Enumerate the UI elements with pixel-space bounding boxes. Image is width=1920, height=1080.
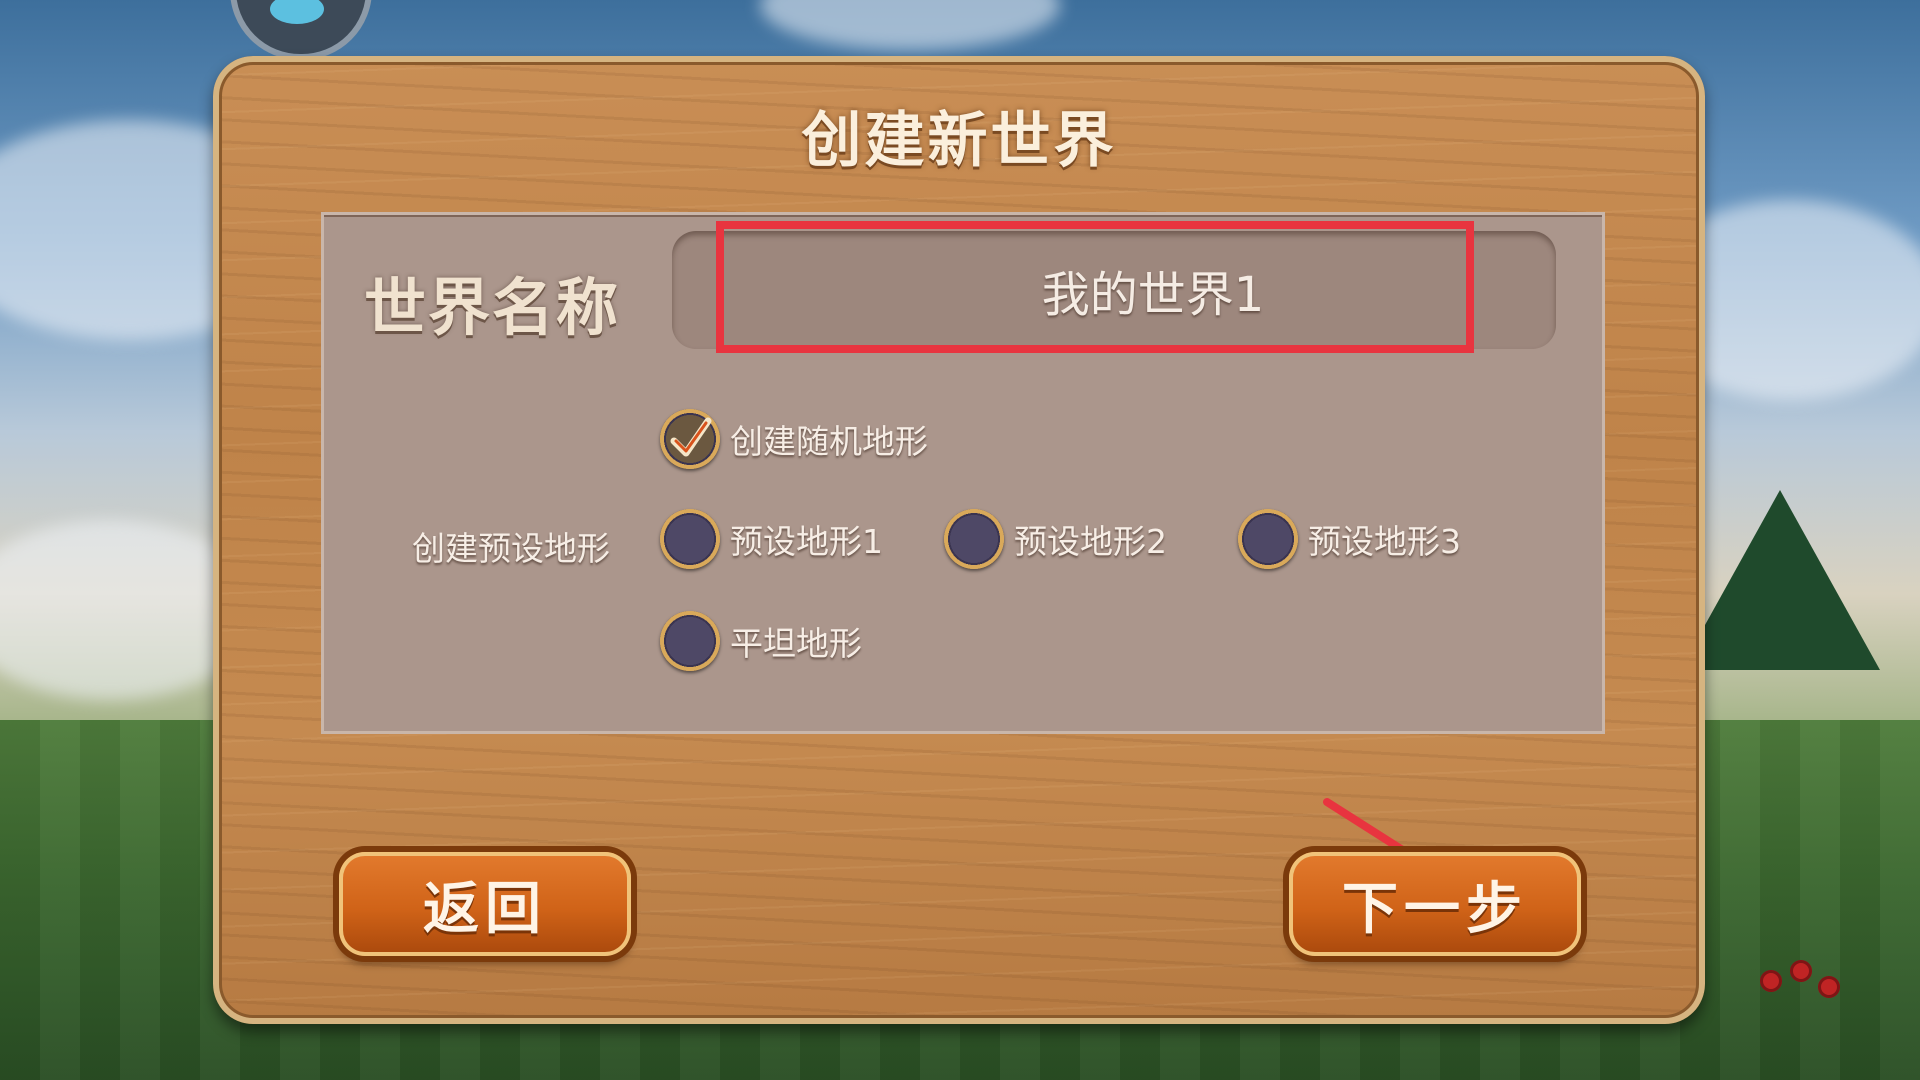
option-label: 预设地形2 bbox=[1014, 522, 1167, 561]
world-name-field[interactable] bbox=[672, 231, 1556, 349]
option-label: 预设地形3 bbox=[1308, 522, 1461, 561]
dialog-title: 创建新世界 bbox=[801, 106, 1117, 176]
option-flat-terrain[interactable]: 平坦地形 bbox=[660, 611, 862, 671]
option-preset-3[interactable]: 预设地形3 bbox=[1238, 509, 1461, 569]
settings-panel: 世界名称 创建随机地形 创建预设地形 预设地形1 bbox=[321, 212, 1605, 734]
world-name-input[interactable] bbox=[672, 231, 1556, 349]
radio-icon[interactable] bbox=[660, 509, 720, 569]
option-preset-1[interactable]: 预设地形1 bbox=[660, 509, 883, 569]
option-random-terrain[interactable]: 创建随机地形 bbox=[660, 409, 928, 469]
radio-icon[interactable] bbox=[1238, 509, 1298, 569]
preset-group-label: 创建预设地形 bbox=[412, 529, 610, 568]
radio-icon[interactable] bbox=[944, 509, 1004, 569]
mascot-avatar-icon[interactable] bbox=[230, 0, 372, 60]
checkmark-icon bbox=[670, 417, 712, 457]
red-flowers bbox=[1760, 960, 1850, 1010]
cloud bbox=[760, 0, 1060, 50]
radio-checked-icon[interactable] bbox=[660, 409, 720, 469]
radio-icon[interactable] bbox=[660, 611, 720, 671]
back-button[interactable]: 返回 bbox=[339, 852, 631, 956]
option-label: 预设地形1 bbox=[730, 522, 883, 561]
pine-tree bbox=[1680, 490, 1880, 670]
option-preset-2[interactable]: 预设地形2 bbox=[944, 509, 1167, 569]
world-name-label: 世界名称 bbox=[364, 271, 621, 344]
game-background: 创建新世界 世界名称 创建随机地形 创建预设地形 预设地形1 bbox=[0, 0, 1920, 1080]
option-label: 创建随机地形 bbox=[730, 422, 928, 461]
option-label: 平坦地形 bbox=[730, 624, 862, 663]
next-step-button[interactable]: 下一步 bbox=[1289, 852, 1581, 956]
create-world-dialog: 创建新世界 世界名称 创建随机地形 创建预设地形 预设地形1 bbox=[213, 56, 1705, 1024]
